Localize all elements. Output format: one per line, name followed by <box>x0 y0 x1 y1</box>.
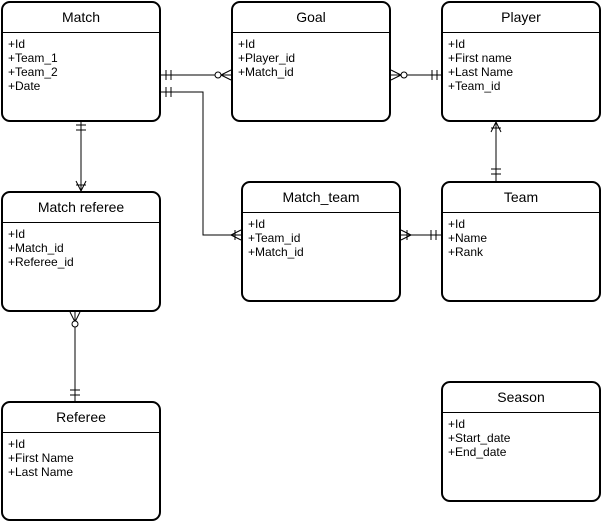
attribute: +Id <box>8 437 26 451</box>
relationship-team-match-team <box>400 229 441 241</box>
attribute-list: +Id +Start_date +End_date <box>443 413 599 459</box>
entity-title: Match referee <box>3 193 159 223</box>
relationship-player-goal <box>390 69 441 81</box>
attribute: +Team_id <box>448 79 501 93</box>
attribute: +Start_date <box>448 431 511 445</box>
attribute: +First Name <box>8 451 74 465</box>
entity-player[interactable]: Player +Id +First name +Last Name +Team_… <box>441 1 601 122</box>
entity-title: Goal <box>233 3 389 33</box>
attribute: +Id <box>238 37 256 51</box>
attribute-list: +Id +Match_id +Referee_id <box>3 223 159 269</box>
relationship-match-match-referee <box>75 122 87 192</box>
attribute: +Last Name <box>8 465 74 479</box>
entity-match-team[interactable]: Match_team +Id +Team_id +Match_id <box>241 181 401 302</box>
attribute: +Last Name <box>448 65 514 79</box>
attribute: +Team_1 <box>8 51 58 65</box>
attribute: +Rank <box>448 245 484 259</box>
entity-title: Match_team <box>243 183 399 213</box>
entity-match-referee[interactable]: Match referee +Id +Match_id +Referee_id <box>1 191 161 312</box>
relationship-team-player <box>490 121 502 181</box>
entity-title: Team <box>443 183 599 213</box>
attribute: +Match_id <box>8 241 64 255</box>
attribute-list: +Id +Name +Rank <box>443 213 599 259</box>
relationship-referee-match-referee <box>69 311 81 401</box>
entity-title: Season <box>443 383 599 413</box>
entity-match[interactable]: Match +Id +Team_1 +Team_2 +Date <box>1 1 161 122</box>
entity-goal[interactable]: Goal +Id +Player_id +Match_id <box>231 1 391 122</box>
entity-season[interactable]: Season +Id +Start_date +End_date <box>441 381 601 502</box>
attribute: +Match_id <box>248 245 304 259</box>
entity-title: Referee <box>3 403 159 433</box>
attribute: +Id <box>248 217 266 231</box>
attribute: +Match_id <box>238 65 294 79</box>
attribute-list: +Id +First Name +Last Name <box>3 433 159 479</box>
relationship-match-goal <box>161 69 232 81</box>
attribute: +Id <box>448 417 466 431</box>
attribute: +Id <box>448 217 466 231</box>
attribute: +Id <box>8 37 26 51</box>
entity-team[interactable]: Team +Id +Name +Rank <box>441 181 601 302</box>
attribute: +End_date <box>448 445 507 459</box>
attribute: +Id <box>8 227 26 241</box>
attribute: +Id <box>448 37 466 51</box>
attribute: +Name <box>448 231 488 245</box>
attribute-list: +Id +Team_1 +Team_2 +Date <box>3 33 159 93</box>
attribute-list: +Id +Player_id +Match_id <box>233 33 389 79</box>
attribute: +Team_id <box>248 231 301 245</box>
attribute: +First name <box>448 51 512 65</box>
entity-title: Player <box>443 3 599 33</box>
attribute-list: +Id +Team_id +Match_id <box>243 213 399 259</box>
attribute: +Date <box>8 79 41 93</box>
entity-referee[interactable]: Referee +Id +First Name +Last Name <box>1 401 161 521</box>
attribute-list: +Id +First name +Last Name +Team_id <box>443 33 599 93</box>
entity-title: Match <box>3 3 159 33</box>
relationship-match-match-team <box>161 87 242 241</box>
attribute: +Team_2 <box>8 65 58 79</box>
attribute: +Player_id <box>238 51 296 65</box>
attribute: +Referee_id <box>8 255 74 269</box>
